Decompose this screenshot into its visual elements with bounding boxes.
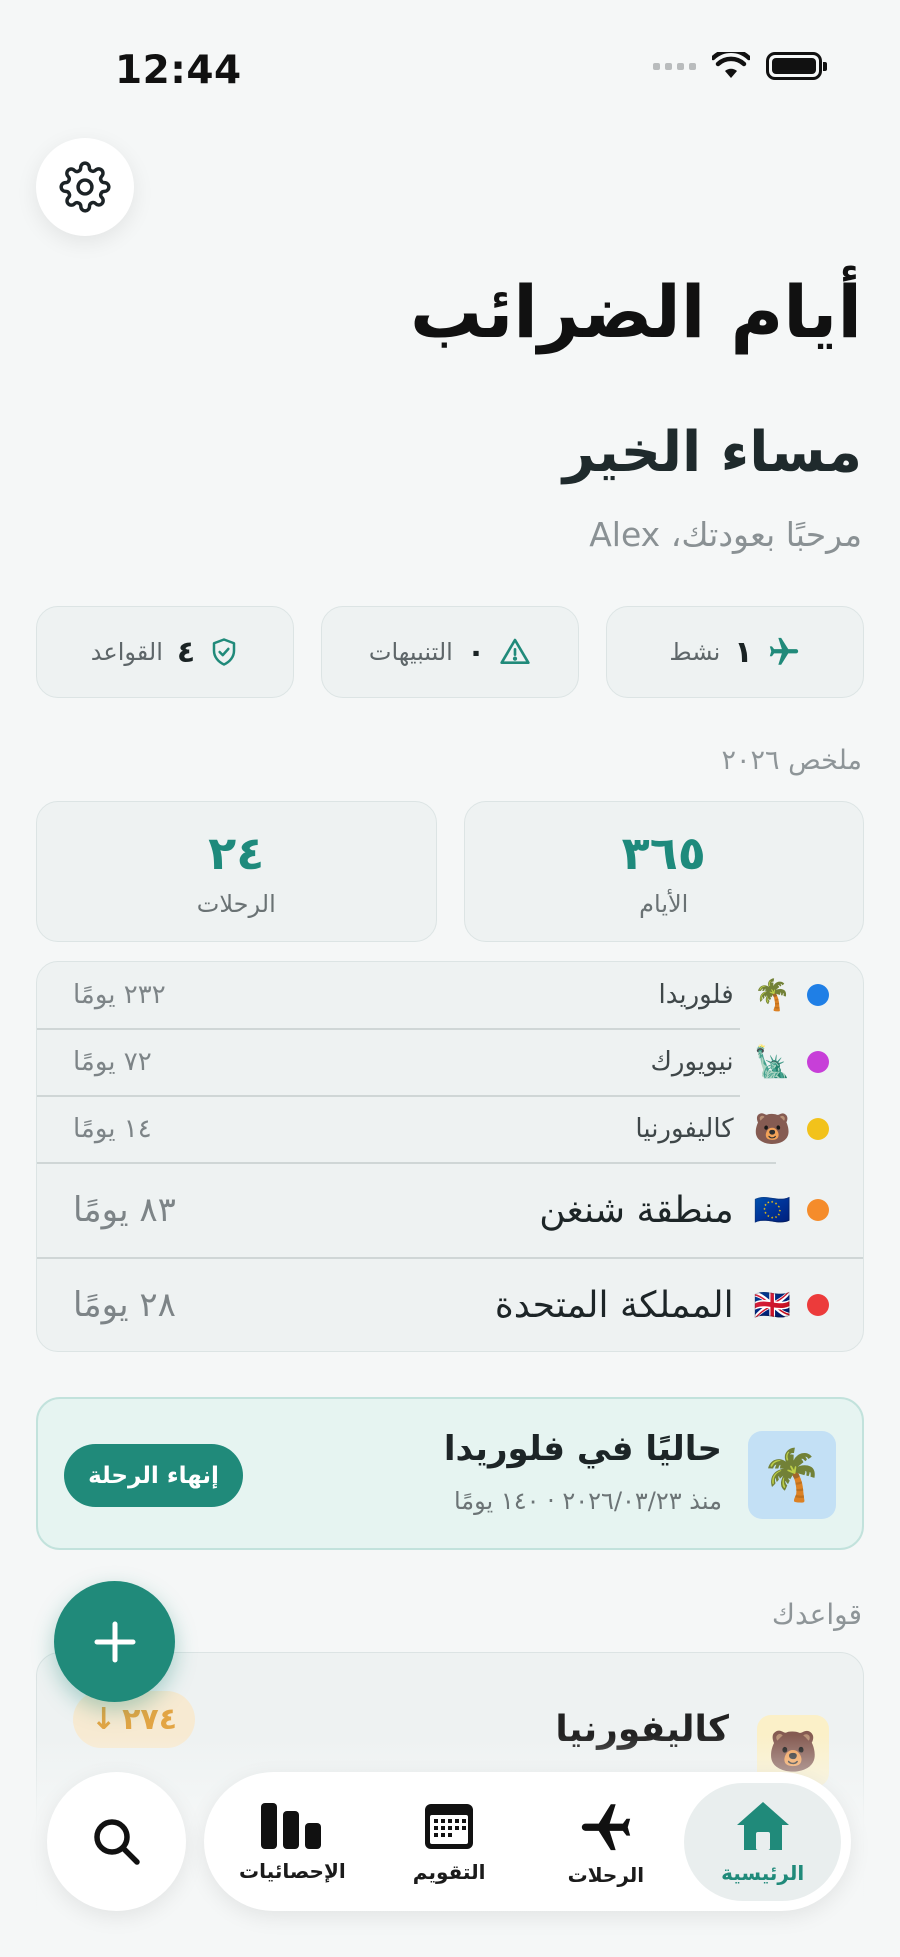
destination-name: فلوريدا [658,980,734,1010]
tab-trips[interactable]: الرحلات [528,1783,685,1901]
arrow-down-icon: ↓ [90,1702,117,1737]
bar-chart-icon [261,1802,322,1849]
warning-icon [500,638,530,664]
list-item[interactable]: 🇬🇧 المملكة المتحدة ٢٨ يومًا [37,1258,863,1351]
alerts-chip[interactable]: ٠ التنبيهات [321,606,579,698]
summary-label: ملخص ٢٠٢٦ [721,745,862,776]
stat-label: الأيام [639,889,689,918]
chip-value: ١ [734,634,753,670]
chip-label: نشط [669,638,721,666]
app-title: أيام الضرائب [410,270,862,354]
days-stat-card[interactable]: ٣٦٥ الأيام [463,801,864,942]
settings-button[interactable] [36,138,134,236]
wifi-icon [712,52,750,78]
destination-days: ٢٣٢ يومًا [73,980,166,1010]
badge-value: ٢٧٤ [122,1702,178,1737]
uk-flag-icon: 🇬🇧 [753,1287,791,1323]
tab-home[interactable]: الرئيسية [684,1782,841,1901]
chip-value: ٤ [176,634,196,670]
list-item[interactable]: 🗽 نيويورك ٧٢ يومًا [37,1029,863,1095]
tab-label: الرحلات [567,1862,645,1887]
shield-check-icon [212,638,236,666]
status-chips: ١ نشط ٠ التنبيهات ٤ القواعد [36,606,864,698]
end-trip-button[interactable]: إنهاء الرحلة [64,1444,243,1507]
cellular-signal-icon [653,62,696,70]
rules-chip[interactable]: ٤ القواعد [36,606,294,698]
plus-icon [94,1621,135,1662]
tab-label: الرئيسية [721,1860,805,1885]
stat-value: ٢٤ [208,825,265,880]
eu-flag-icon: 🇪🇺 [753,1192,791,1228]
summary-stats: ٣٦٥ الأيام ٢٤ الرحلات [36,801,864,942]
tab-label: الإحصائيات [239,1858,346,1883]
palm-tree-icon: 🌴 [753,977,791,1013]
greeting: مساء الخير [562,420,862,485]
color-dot [807,1199,829,1221]
search-button[interactable] [47,1772,186,1911]
add-trip-button[interactable] [54,1581,175,1702]
destination-days: ٨٣ يومًا [73,1190,176,1230]
current-trip-card[interactable]: 🌴 حاليًا في فلوريدا منذ ٢٠٢٦/٠٣/٢٣ · ١٤٠… [36,1397,864,1550]
color-dot [807,1118,829,1140]
active-trips-chip[interactable]: ١ نشط [606,606,864,698]
tab-statistics[interactable]: الإحصائيات [214,1783,371,1901]
stat-value: ٣٦٥ [621,825,706,880]
home-icon [736,1801,789,1850]
tab-label: التقويم [412,1859,486,1884]
destination-name: منطقة شنغن [539,1189,734,1231]
search-icon [93,1818,140,1865]
list-item[interactable]: 🌴 فلوريدا ٢٣٢ يومًا [37,962,863,1028]
destination-name: نيويورك [650,1047,734,1077]
status-time: 12:44 [115,48,242,93]
color-dot [807,1294,829,1316]
current-trip-subtitle: منذ ٢٠٢٦/٠٣/٢٣ · ١٤٠ يومًا [453,1487,722,1515]
destination-days: ١٤ يومًا [73,1114,152,1144]
list-item[interactable]: 🇪🇺 منطقة شنغن ٨٣ يومًا [37,1163,863,1257]
trips-stat-card[interactable]: ٢٤ الرحلات [36,801,437,942]
destination-days: ٧٢ يومًا [73,1047,152,1077]
destination-name: المملكة المتحدة [494,1284,734,1326]
rules-section-label: قواعدك [771,1598,862,1631]
plane-icon [581,1803,631,1850]
chip-label: القواعد [90,638,163,666]
stat-label: الرحلات [196,889,276,918]
destination-list: 🌴 فلوريدا ٢٣٢ يومًا 🗽 نيويورك ٧٢ يومًا 🐻… [36,961,864,1352]
color-dot [807,1051,829,1073]
current-trip-title: حاليًا في فلوريدا [443,1429,722,1469]
tab-calendar[interactable]: التقويم [371,1783,528,1901]
tab-bar: الرئيسية الرحلات التقويم الإحصائيات [204,1772,851,1911]
chip-value: ٠ [466,634,486,670]
palm-tree-icon: 🌴 [748,1431,836,1519]
bear-icon: 🐻 [753,1111,791,1147]
calendar-icon [425,1803,474,1849]
gear-icon [59,161,111,213]
statue-of-liberty-icon: 🗽 [753,1044,791,1080]
destination-name: كاليفورنيا [635,1114,734,1144]
welcome-message: مرحبًا بعودتك، Alex [589,515,862,554]
destination-days: ٢٨ يومًا [73,1285,176,1325]
plane-icon [769,637,798,665]
status-icons [653,52,827,80]
list-item[interactable]: 🐻 كاليفورنيا ١٤ يومًا [37,1096,863,1162]
chip-label: التنبيهات [368,638,453,666]
color-dot [807,984,829,1006]
battery-icon [766,52,827,80]
